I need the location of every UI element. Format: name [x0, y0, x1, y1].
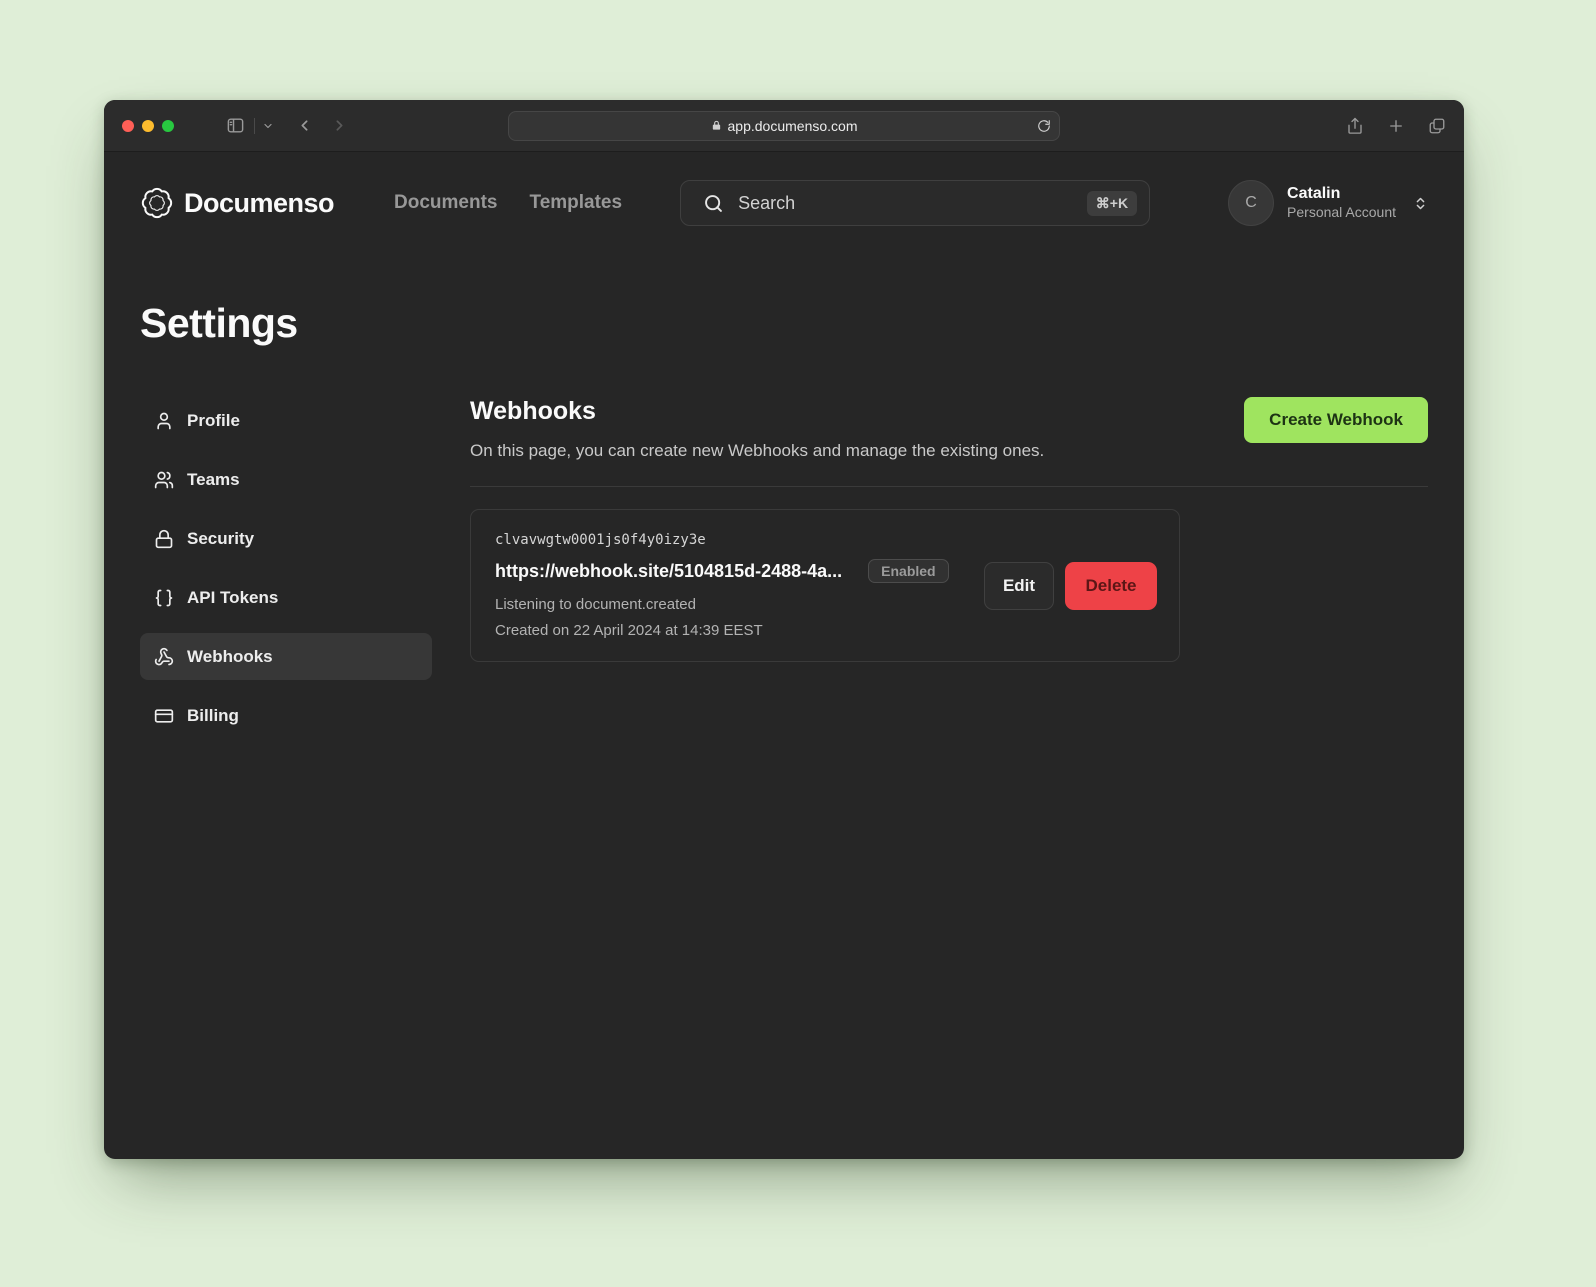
traffic-lights — [122, 120, 174, 132]
toolbar-divider — [254, 118, 255, 134]
braces-icon — [154, 588, 174, 608]
brand-name: Documenso — [184, 188, 334, 219]
address-bar[interactable]: app.documenso.com — [508, 111, 1060, 141]
user-name: Catalin — [1287, 184, 1396, 204]
create-webhook-button[interactable]: Create Webhook — [1244, 397, 1428, 443]
zoom-window-button[interactable] — [162, 120, 174, 132]
app-header: Documenso Documents Templates ⌘+K C Cata… — [104, 152, 1464, 252]
sidebar-item-label: Webhooks — [187, 647, 273, 667]
minimize-window-button[interactable] — [142, 120, 154, 132]
sidebar-toggle-icon[interactable] — [226, 116, 245, 135]
search-shortcut-badge: ⌘+K — [1087, 191, 1137, 216]
settings-nav: Profile Teams Security — [140, 397, 432, 739]
sidebar-item-billing[interactable]: Billing — [140, 692, 432, 739]
documenso-logo-icon — [140, 186, 174, 220]
edit-webhook-button[interactable]: Edit — [984, 562, 1054, 610]
section-description: On this page, you can create new Webhook… — [470, 441, 1044, 461]
sidebar-item-label: API Tokens — [187, 588, 278, 608]
search-bar[interactable]: ⌘+K — [680, 180, 1150, 226]
sidebar-item-label: Billing — [187, 706, 239, 726]
users-icon — [154, 470, 174, 490]
tab-overview-icon[interactable] — [1428, 117, 1446, 135]
sidebar-item-api-tokens[interactable]: API Tokens — [140, 574, 432, 621]
browser-window: app.documenso.com — [104, 100, 1464, 1159]
back-button[interactable] — [296, 117, 313, 134]
new-tab-icon[interactable] — [1387, 117, 1405, 135]
chevrons-up-down-icon — [1413, 196, 1428, 211]
reload-icon[interactable] — [1037, 119, 1051, 133]
search-input[interactable] — [738, 193, 1087, 214]
user-menu[interactable]: C Catalin Personal Account — [1228, 180, 1428, 226]
user-icon — [154, 411, 174, 431]
chevron-down-icon[interactable] — [262, 120, 274, 132]
delete-webhook-button[interactable]: Delete — [1065, 562, 1157, 610]
sidebar-item-webhooks[interactable]: Webhooks — [140, 633, 432, 680]
sidebar-item-label: Security — [187, 529, 254, 549]
avatar: C — [1228, 180, 1274, 226]
sidebar-item-profile[interactable]: Profile — [140, 397, 432, 444]
credit-card-icon — [154, 706, 174, 726]
close-window-button[interactable] — [122, 120, 134, 132]
webhook-card: clvavwgtw0001js0f4y0izy3e https://webhoo… — [470, 509, 1180, 662]
status-badge: Enabled — [868, 559, 948, 583]
section-divider — [470, 486, 1428, 487]
lock-icon — [711, 120, 722, 131]
search-icon — [703, 193, 724, 214]
share-icon[interactable] — [1346, 117, 1364, 135]
forward-button[interactable] — [331, 117, 348, 134]
nav-templates[interactable]: Templates — [530, 192, 623, 214]
browser-toolbar: app.documenso.com — [104, 100, 1464, 152]
address-url: app.documenso.com — [728, 118, 858, 134]
brand[interactable]: Documenso — [140, 186, 334, 220]
user-account-type: Personal Account — [1287, 204, 1396, 222]
sidebar-item-security[interactable]: Security — [140, 515, 432, 562]
webhook-id: clvavwgtw0001js0f4y0izy3e — [495, 532, 1155, 548]
page-title: Settings — [140, 300, 1428, 347]
nav-documents[interactable]: Documents — [394, 192, 497, 214]
sidebar-item-label: Profile — [187, 411, 240, 431]
webhook-created: Created on 22 April 2024 at 14:39 EEST — [495, 622, 1155, 639]
webhooks-section: Webhooks On this page, you can create ne… — [470, 397, 1428, 739]
sidebar-item-label: Teams — [187, 470, 240, 490]
main-nav: Documents Templates — [394, 192, 622, 214]
sidebar-item-teams[interactable]: Teams — [140, 456, 432, 503]
webhook-icon — [154, 647, 174, 667]
lock-icon — [154, 529, 174, 549]
section-title: Webhooks — [470, 397, 1044, 426]
webhook-url: https://webhook.site/5104815d-2488-4a... — [495, 561, 842, 582]
